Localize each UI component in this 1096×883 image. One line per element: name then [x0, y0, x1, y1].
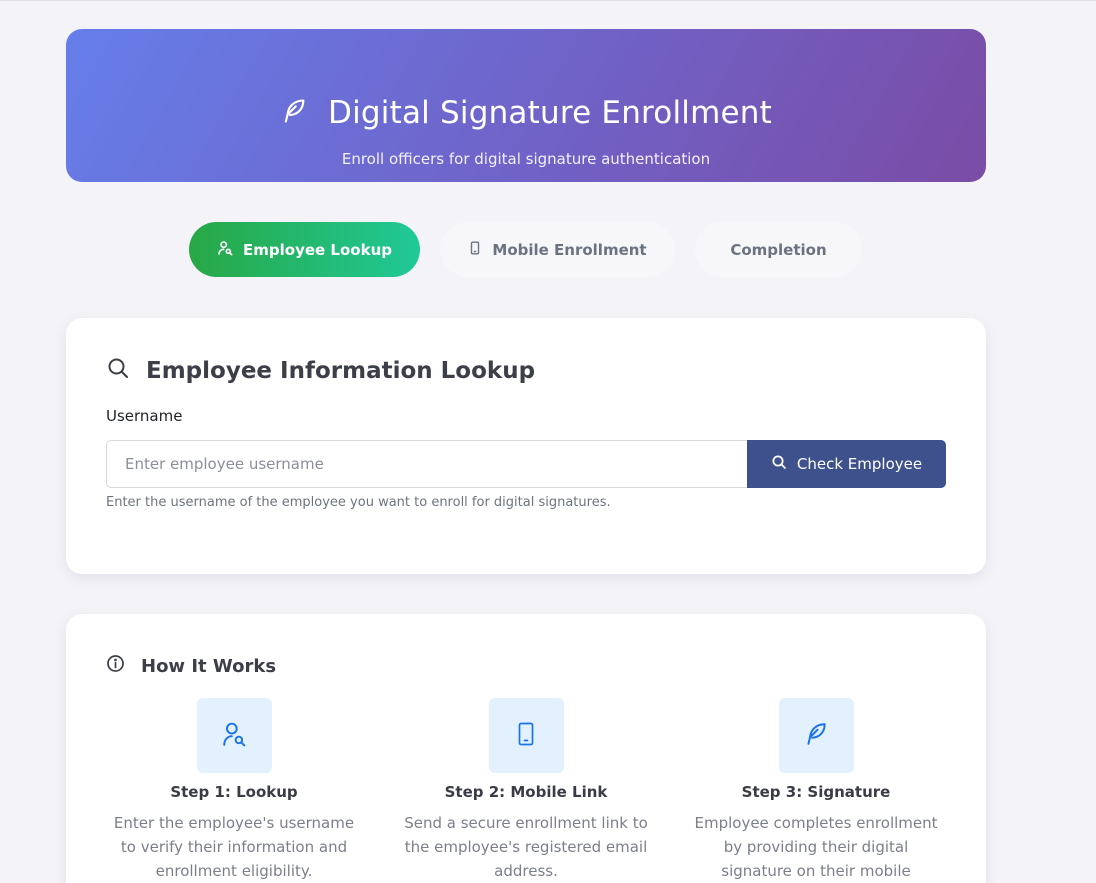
step-description: Enter the employee's username to verify … — [113, 814, 355, 880]
tab-employee-lookup[interactable]: Employee Lookup — [189, 222, 420, 277]
check-employee-button[interactable]: Check Employee — [747, 440, 946, 488]
tab-mobile-enrollment[interactable]: Mobile Enrollment — [440, 222, 675, 277]
tab-label: Employee Lookup — [243, 240, 392, 259]
employee-lookup-card: Employee Information Lookup Username Che… — [66, 318, 986, 574]
user-search-icon — [217, 240, 233, 260]
hero-title-row: Digital Signature Enrollment — [66, 95, 986, 131]
step-icon-box — [488, 698, 564, 773]
step-description: Employee completes enrollment by providi… — [694, 814, 938, 880]
tab-completion[interactable]: Completion — [695, 222, 862, 277]
step-title: Step 1: Lookup — [170, 783, 298, 801]
user-search-icon — [221, 719, 247, 753]
page-subtitle: Enroll officers for digital signature au… — [341, 150, 711, 168]
username-help-text: Enter the username of the employee you w… — [106, 495, 611, 510]
check-employee-label: Check Employee — [796, 455, 923, 473]
top-divider — [0, 0, 1096, 1]
search-icon — [771, 454, 787, 474]
lookup-heading: Employee Information Lookup — [106, 356, 535, 386]
how-step-signature: Step 3: Signature Employee completes enr… — [681, 698, 951, 883]
enrollment-steps: Employee Lookup Mobile Enrollment Comple… — [0, 222, 1096, 277]
step-icon-box — [778, 698, 854, 773]
step-title: Step 3: Signature — [741, 783, 891, 801]
how-step-lookup: Step 1: Lookup Enter the employee's user… — [99, 698, 369, 883]
hero-banner: Digital Signature Enrollment Enroll offi… — [66, 29, 986, 182]
mobile-icon — [514, 719, 538, 753]
how-it-works-heading-text: How It Works — [141, 655, 277, 677]
step-icon-box — [196, 698, 272, 773]
how-it-works-heading: How It Works — [106, 654, 276, 678]
feather-icon — [280, 96, 308, 130]
username-input[interactable] — [106, 440, 747, 488]
how-it-works-card: How It Works Step 1: Lookup Enter the em… — [66, 614, 986, 883]
page-title: Digital Signature Enrollment — [328, 95, 772, 131]
feather-icon — [803, 720, 829, 752]
step-description: Send a secure enrollment link to the emp… — [404, 814, 648, 880]
username-input-group: Check Employee — [106, 440, 946, 488]
tab-label: Completion — [730, 240, 827, 259]
lookup-heading-text: Employee Information Lookup — [146, 358, 536, 384]
tab-label: Mobile Enrollment — [492, 240, 647, 259]
mobile-icon — [468, 240, 482, 260]
username-label: Username — [106, 407, 183, 425]
page: Digital Signature Enrollment Enroll offi… — [0, 0, 1096, 883]
how-step-mobile-link: Step 2: Mobile Link Send a secure enroll… — [391, 698, 661, 883]
step-title: Step 2: Mobile Link — [444, 783, 608, 801]
info-icon — [106, 654, 125, 678]
search-icon — [106, 356, 130, 386]
